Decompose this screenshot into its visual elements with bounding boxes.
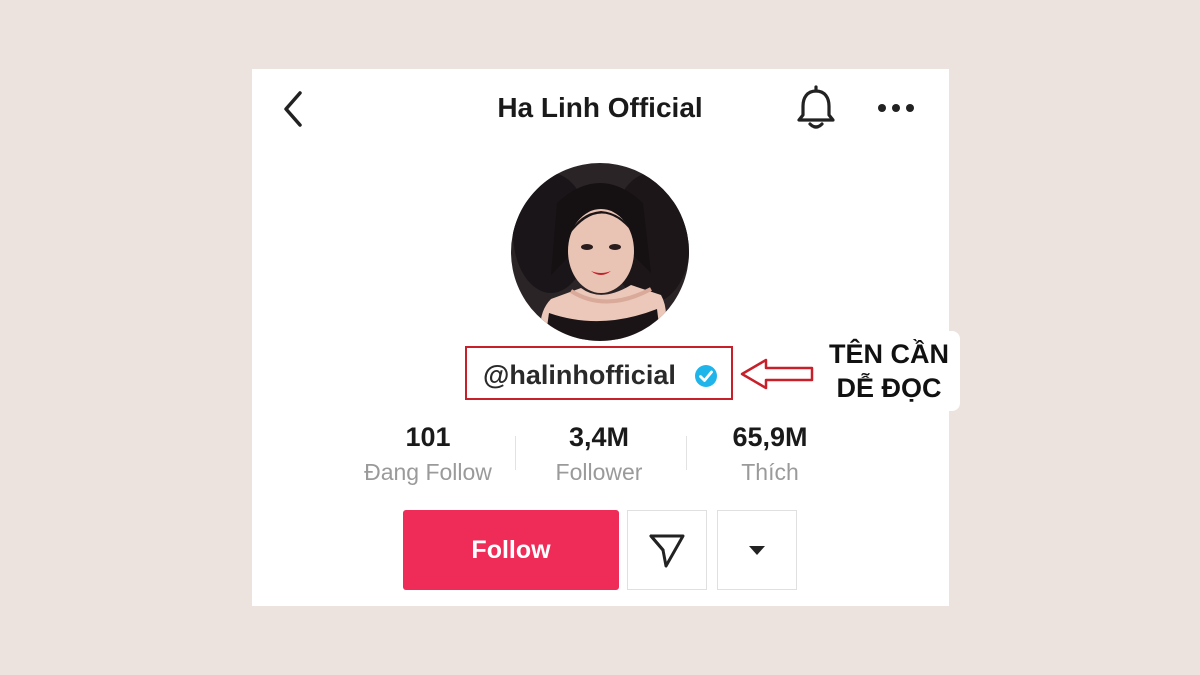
caret-down-icon [749,546,765,555]
page-title: Ha Linh Official [497,92,703,123]
more-options-button[interactable] [874,94,918,122]
more-horizontal-icon [878,104,914,112]
stat-following-value: 101 [405,422,451,452]
arrow-left-icon [740,358,814,390]
verified-check-icon [695,365,717,387]
follow-button[interactable]: Follow [403,510,619,590]
stat-likes-label: Thích [741,459,799,485]
stat-following[interactable]: 101 Đang Follow [338,420,518,488]
notification-button[interactable] [794,84,838,132]
annotation-line-2: DỄ ĐỌC [836,373,942,403]
chevron-left-icon [284,91,302,127]
stat-likes[interactable]: 65,9M Thích [680,420,860,488]
stat-followers-label: Follower [555,459,643,485]
username: @halinhofficial [483,360,676,390]
annotation-label: TÊN CẦN DỄ ĐỌC [818,331,960,411]
stat-followers[interactable]: 3,4M Follower [509,420,689,488]
more-actions-dropdown-button[interactable] [717,510,797,590]
profile-photo [511,163,689,341]
bell-icon [797,85,835,129]
back-button[interactable] [278,88,310,130]
annotation-line-1: TÊN CẦN [829,339,949,369]
message-button[interactable] [627,510,707,590]
send-icon [649,534,685,568]
stat-followers-value: 3,4M [568,422,630,452]
avatar[interactable] [511,163,689,341]
annotation-arrow [740,358,816,390]
stat-following-label: Đang Follow [364,459,492,485]
stat-likes-value: 65,9M [732,422,808,452]
verified-badge [694,364,718,388]
